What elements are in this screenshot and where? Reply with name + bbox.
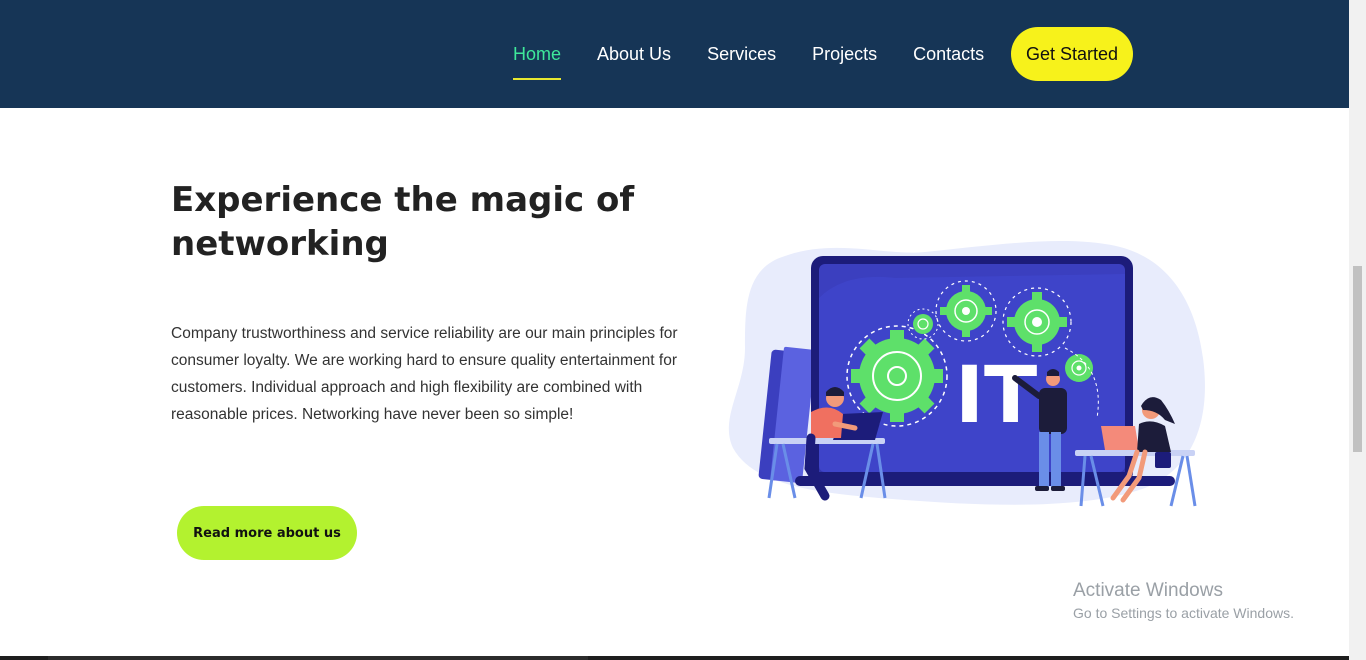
hero-description: Company trustworthiness and service reli…: [171, 325, 678, 423]
watermark-subtitle: Go to Settings to activate Windows.: [1073, 605, 1294, 621]
navbar: Home About Us Services Projects Contacts…: [0, 0, 1349, 108]
bottom-edge: [0, 656, 1349, 660]
bottom-edge-segment: [48, 656, 588, 660]
nav-link-contacts[interactable]: Contacts: [913, 42, 984, 66]
get-started-button[interactable]: Get Started: [1011, 27, 1133, 81]
read-more-button[interactable]: Read more about us: [177, 506, 357, 560]
vertical-scrollbar[interactable]: [1349, 0, 1366, 660]
nav-link-home[interactable]: Home: [513, 42, 562, 80]
watermark-title: Activate Windows: [1073, 580, 1223, 601]
activate-windows-watermark: Activate Windows Go to Settings to activ…: [1073, 580, 1294, 624]
it-illustration: IT: [728, 241, 1205, 507]
scrollbar-thumb[interactable]: [1353, 266, 1362, 452]
hero-title: Experience the magic of networking: [171, 180, 635, 264]
illustration-it-text: IT: [955, 351, 1037, 441]
nav-link-projects[interactable]: Projects: [812, 42, 877, 66]
nav-link-about-us[interactable]: About Us: [597, 42, 671, 66]
nav-link-services[interactable]: Services: [707, 42, 776, 66]
nav-links: Home About Us Services Projects Contacts: [513, 0, 1020, 108]
